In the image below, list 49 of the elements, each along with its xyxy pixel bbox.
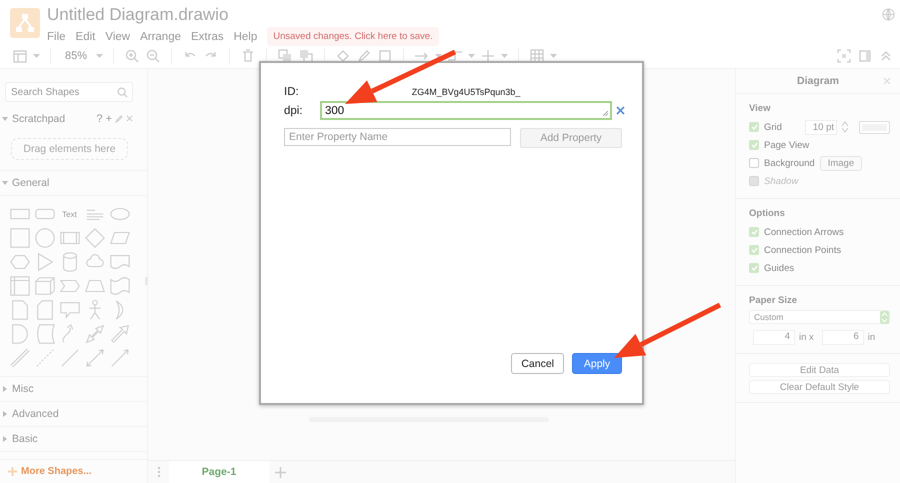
scratchpad-tool[interactable]: ? [96, 112, 103, 124]
menu-item[interactable]: Help [234, 30, 258, 42]
checkbox-label: Guides [764, 262, 794, 274]
width-field[interactable]: 4 [753, 330, 795, 345]
property-value-field[interactable]: 300 [320, 101, 612, 120]
section-title: Options [749, 208, 786, 219]
image-button[interactable]: Image [820, 156, 862, 170]
id-value: ZG4M_BVg4U5TsPqun3b_ [410, 86, 522, 96]
menu-item[interactable]: Extras [191, 30, 224, 42]
paper-size-select[interactable]: Custom [749, 310, 890, 324]
apply-button[interactable]: Apply [572, 353, 622, 374]
field-label: ID: [284, 86, 300, 98]
drop-zone[interactable]: Drag elements here [11, 138, 128, 160]
checkbox-label: Page View [764, 140, 810, 150]
scratchpad-tool[interactable]: + [106, 112, 112, 124]
menu-item[interactable]: File [47, 30, 66, 42]
panel-title: Diagram [796, 75, 839, 87]
property-name-field[interactable]: Enter Property Name [284, 128, 511, 146]
panel-button[interactable]: Clear Default Style [749, 380, 890, 394]
search-field[interactable]: Search Shapes [5, 82, 133, 102]
checkbox-label: Connection Points [764, 244, 842, 256]
checkbox-label: Background [764, 158, 815, 168]
checkbox-label: Connection Arrows [764, 226, 844, 238]
cancel-button[interactable]: Cancel [511, 353, 564, 374]
section-header[interactable]: Basic [0, 427, 147, 452]
menu-item[interactable]: Edit [76, 30, 96, 42]
height-field[interactable]: 6 [822, 330, 864, 345]
unit-label: in [868, 332, 876, 343]
unsaved-notice[interactable]: Unsaved changes. Click here to save. [267, 27, 439, 46]
unit-label: in x [799, 332, 814, 343]
grid-size-field[interactable]: 10 pt [805, 120, 837, 134]
section-title: View [749, 103, 772, 114]
section-header[interactable]: General [0, 171, 147, 196]
zoom-level[interactable]: 85% [61, 50, 91, 62]
section-header[interactable]: Scratchpad [0, 106, 94, 131]
add-property-button[interactable]: Add Property [520, 128, 622, 148]
menu-item[interactable]: View [105, 30, 130, 42]
text-shape[interactable]: Text [62, 210, 77, 218]
field-label: dpi: [284, 104, 304, 116]
checkbox-label: Shadow [764, 176, 798, 186]
checkbox-label: Grid [764, 122, 782, 132]
document-title: Untitled Diagram.drawio [47, 5, 230, 25]
page-tab[interactable]: Page-1 [169, 460, 269, 483]
panel-button[interactable]: Edit Data [749, 363, 890, 377]
section-header[interactable]: Misc [0, 377, 147, 402]
section-title: Paper Size [749, 295, 798, 306]
section-header[interactable]: Advanced [0, 402, 147, 427]
menu-item[interactable]: Arrange [140, 30, 181, 42]
more-shapes-link[interactable]: More Shapes... [0, 459, 147, 483]
